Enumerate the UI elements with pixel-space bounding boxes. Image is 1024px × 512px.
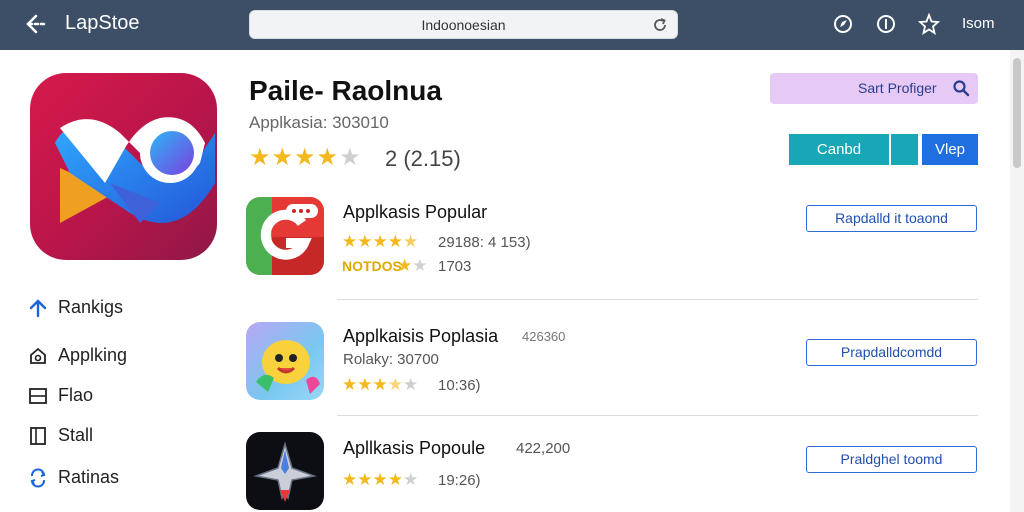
list-item-icon[interactable] [246,432,324,510]
divider [337,415,978,416]
list-item-action-button[interactable]: Praldghel toomd [806,446,977,473]
top-bar: LapStoe Indoonoesian Isom [0,0,1024,50]
list-item-side-meta: 426360 [522,329,566,344]
scrollbar-thumb[interactable] [1013,58,1021,168]
account-text[interactable]: Isom [962,15,995,32]
search-button-label: Sart Profiger [858,80,937,96]
app-logo-icon [55,117,215,223]
jet-icon [253,441,317,502]
compass-icon[interactable] [832,13,854,35]
list-item-action-button[interactable]: Prapdalldcomdd [806,339,977,366]
home-icon [30,347,46,364]
view-button[interactable]: Vlep [922,134,978,165]
hero-rating-text: 2 (2.15) [385,146,461,171]
app-g-icon [246,197,324,275]
list-item-title[interactable]: Apllkasis Popoule [343,438,485,459]
box-icon [29,388,47,404]
list-item-rating: ★★★★★ [342,470,419,489]
page-title: Paile- Raolnua [249,75,442,106]
sidebar-item-label: Rankigs [58,297,124,317]
scrollbar[interactable] [1010,50,1024,512]
emoji-character-icon [256,340,320,394]
list-item-rating: ★★★★★ [342,232,419,251]
divider [337,299,978,300]
list-item-meta-2: 19:26) [438,472,481,489]
list-item-icon[interactable] [246,322,324,400]
app-icon [30,73,217,260]
app-name: LapStoe [65,12,140,34]
sidebar-item-label: Stall [58,425,94,445]
split-button[interactable] [891,134,918,165]
star-icon: ★ [316,144,340,171]
sidebar-item-label: Ratinas [58,467,120,487]
list-item-title[interactable]: Applkasis Popular [343,202,487,223]
book-icon [30,427,46,445]
list-item-meta: 29188: 4 153) [438,234,531,251]
star-empty-icon: ★ [339,144,362,171]
sidebar-item-label: Flao [58,385,94,405]
app-subtitle: Applkasia: 303010 [249,113,389,132]
search-button[interactable]: Sart Profiger [770,73,978,104]
list-item-meta-2: 10:36) [438,377,481,394]
star-icon: ★ [271,144,295,171]
star-icon: ★ [249,144,272,171]
sidebar-item-label: Applking [58,345,128,365]
list-item-side-meta: 422,200 [516,440,571,457]
arrow-up-icon [29,299,47,318]
list-item-meta: Rolaky: 30700 [343,351,439,368]
address-bar[interactable]: Indoonoesian [249,10,678,39]
list-item-meta-2: 1703 [438,258,472,275]
list-item-rating: ★★★★★ [342,375,419,394]
info-icon[interactable] [875,13,897,35]
reload-icon[interactable] [651,16,669,34]
list-item-title[interactable]: Applkaisis Poplasia [343,326,498,347]
list-item-mini-stars: ★★ [397,256,428,275]
address-text: Indoonoesian [421,17,506,33]
star-outline-icon[interactable] [918,13,940,35]
list-item-action-button[interactable]: Rapdalld it toaond [806,205,977,232]
status-badge: NOTDOS [342,258,402,274]
cand-button[interactable]: Canbd [789,134,889,165]
hero-rating-stars: ★★★★★ [249,143,362,172]
refresh-icon [30,468,46,488]
list-item-icon[interactable] [246,197,324,275]
star-icon: ★ [294,144,317,171]
search-icon [953,80,970,97]
back-arrow-icon[interactable] [24,12,50,36]
